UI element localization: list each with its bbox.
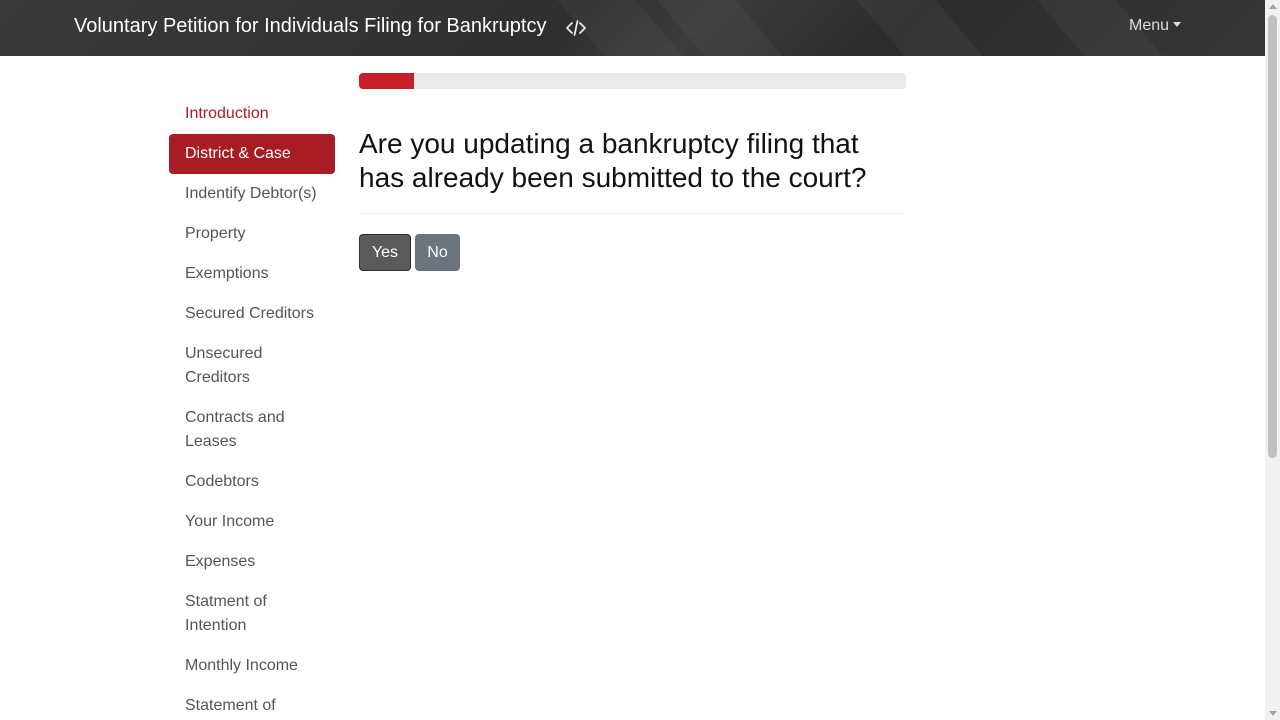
progress-bar xyxy=(359,73,906,89)
sidebar-item-unsecured-creditors[interactable]: Unsecured Creditors xyxy=(169,334,335,398)
code-icon[interactable] xyxy=(565,17,587,39)
page-scrollbar[interactable] xyxy=(1265,0,1280,720)
scroll-down-arrow-icon[interactable] xyxy=(1269,711,1277,716)
sidebar-item-contracts-and-leases[interactable]: Contracts and Leases xyxy=(169,398,335,462)
section-navigation: Introduction District & Case Indentify Deb… xyxy=(169,94,335,720)
sidebar-item-your-income[interactable]: Your Income xyxy=(169,502,335,542)
progress-bar-fill xyxy=(359,73,414,89)
sidebar-item-statment-of-intention[interactable]: Statment of Intention xyxy=(169,582,335,646)
menu-dropdown-toggle[interactable]: Menu xyxy=(1129,17,1182,35)
sidebar-item-property[interactable]: Property xyxy=(169,214,335,254)
navbar-decoration xyxy=(855,0,1005,56)
sidebar-item-monthly-income[interactable]: Monthly Income xyxy=(169,646,335,686)
scrollbar-thumb[interactable] xyxy=(1268,15,1277,458)
sidebar-item-district-case[interactable]: District & Case xyxy=(169,134,335,174)
navbar-decoration xyxy=(655,0,805,56)
menu-label: Menu xyxy=(1129,17,1170,34)
sidebar-item-indentify-debtor-s[interactable]: Indentify Debtor(s) xyxy=(169,174,335,214)
sidebar-item-exemptions[interactable]: Exemptions xyxy=(169,254,335,294)
yes-button[interactable]: Yes xyxy=(359,234,411,271)
sidebar-item-expenses[interactable]: Expenses xyxy=(169,542,335,582)
scroll-up-arrow-icon[interactable] xyxy=(1269,4,1277,9)
sidebar-item-secured-creditors[interactable]: Secured Creditors xyxy=(169,294,335,334)
divider xyxy=(359,213,904,214)
top-navbar: Voluntary Petition for Individuals Filin… xyxy=(0,0,1265,56)
sidebar-item-codebtors[interactable]: Codebtors xyxy=(169,462,335,502)
caret-down-icon xyxy=(1173,22,1182,27)
no-button[interactable]: No xyxy=(415,234,460,271)
question-heading: Are you updating a bankruptcy filing tha… xyxy=(359,128,867,193)
sidebar-item-introduction[interactable]: Introduction xyxy=(169,94,335,134)
app-title[interactable]: Voluntary Petition for Individuals Filin… xyxy=(74,15,546,38)
sidebar-item-statement-of[interactable]: Statement of xyxy=(169,686,335,720)
